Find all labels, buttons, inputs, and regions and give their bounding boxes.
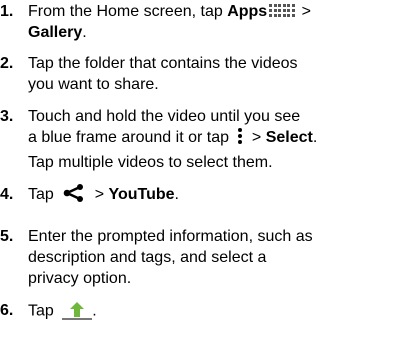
youtube-label: YouTube (108, 186, 175, 203)
step-number: 3. (0, 108, 14, 125)
step-text: Tap > YouTube. (28, 184, 179, 203)
step-number: 5. (0, 228, 14, 245)
step-text: Tap the folder that contains the videos … (28, 55, 298, 93)
select-label: Select (265, 129, 313, 146)
step-number: 1. (0, 3, 14, 20)
step-text: Touch and hold the video until you see a… (28, 108, 318, 171)
step-number: 2. (0, 55, 14, 72)
apps-label: Apps (227, 3, 268, 20)
menu-dots-icon (236, 127, 244, 145)
step-number: 4. (0, 186, 14, 203)
apps-grid-icon (269, 2, 295, 18)
step-text: Enter the prompted information, such as … (28, 228, 313, 287)
gallery-label: Gallery (28, 24, 83, 41)
step-text: Tap . (28, 300, 390, 321)
step-text: From the Home screen, tap Apps > Gallery… (28, 2, 311, 41)
upload-icon (62, 300, 93, 320)
share-icon (63, 184, 84, 203)
step-number: 6. (0, 302, 14, 319)
